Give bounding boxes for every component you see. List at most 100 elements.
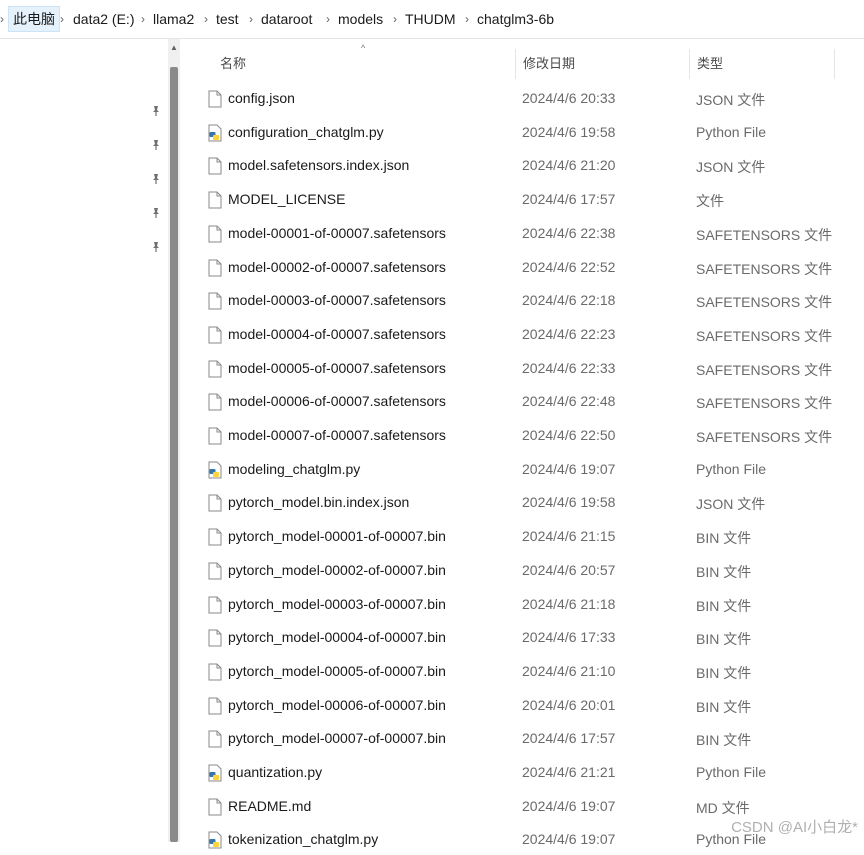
file-type: BIN 文件: [696, 699, 752, 715]
address-bar[interactable]: › 此电脑 › data2 (E:) › llama2 › test › dat…: [0, 0, 864, 39]
file-name[interactable]: MODEL_LICENSE: [228, 191, 345, 207]
file-name[interactable]: model-00005-of-00007.safetensors: [228, 360, 446, 376]
file-date-modified: 2024/4/6 19:07: [522, 798, 616, 814]
file-name[interactable]: model-00003-of-00007.safetensors: [228, 292, 446, 308]
file-name[interactable]: pytorch_model-00002-of-00007.bin: [228, 562, 446, 578]
file-name[interactable]: pytorch_model-00001-of-00007.bin: [228, 528, 446, 544]
file-name[interactable]: model-00001-of-00007.safetensors: [228, 225, 446, 241]
scroll-up-icon[interactable]: ▲: [169, 43, 179, 53]
column-divider[interactable]: [834, 49, 835, 79]
file-date-modified: 2024/4/6 20:01: [522, 697, 616, 713]
chevron-right-icon[interactable]: ›: [0, 7, 4, 31]
file-name[interactable]: quantization.py: [228, 764, 322, 780]
file-name[interactable]: config.json: [228, 90, 295, 106]
file-row[interactable]: model-00006-of-00007.safetensors 2024/4/6…: [200, 387, 840, 417]
file-row[interactable]: model-00002-of-00007.safetensors 2024/4/6…: [200, 253, 840, 283]
breadcrumb-thudm[interactable]: THUDM: [401, 7, 460, 31]
column-divider[interactable]: [689, 49, 690, 79]
file-name[interactable]: model-00006-of-00007.safetensors: [228, 393, 446, 409]
file-row[interactable]: model-00005-of-00007.safetensors 2024/4/6…: [200, 354, 840, 384]
file-name[interactable]: tokenization_chatglm.py: [228, 831, 378, 847]
breadcrumb-llama2[interactable]: llama2: [149, 7, 198, 31]
navigation-pane[interactable]: [0, 39, 168, 842]
file-name[interactable]: model-00004-of-00007.safetensors: [228, 326, 446, 342]
file-type: SAFETENSORS 文件: [696, 261, 833, 277]
chevron-right-icon[interactable]: ›: [204, 7, 208, 31]
file-name[interactable]: configuration_chatglm.py: [228, 124, 384, 140]
file-icon: [208, 259, 222, 277]
chevron-right-icon[interactable]: ›: [141, 7, 145, 31]
file-row[interactable]: pytorch_model-00005-of-00007.bin 2024/4/6…: [200, 657, 840, 687]
file-type: SAFETENSORS 文件: [696, 429, 833, 445]
breadcrumb-this-pc[interactable]: 此电脑: [8, 6, 60, 32]
scrollbar-thumb[interactable]: [170, 67, 178, 842]
file-row[interactable]: pytorch_model-00003-of-00007.bin 2024/4/6…: [200, 590, 840, 620]
file-row[interactable]: modeling_chatglm.py 2024/4/6 19:07 Python …: [200, 455, 840, 485]
file-row[interactable]: model-00007-of-00007.safetensors 2024/4/6…: [200, 421, 840, 451]
file-row[interactable]: model-00003-of-00007.safetensors 2024/4/6…: [200, 286, 840, 316]
breadcrumb-models[interactable]: models: [334, 7, 387, 31]
breadcrumb-data2-drive[interactable]: data2 (E:): [69, 7, 138, 31]
chevron-right-icon[interactable]: ›: [465, 7, 469, 31]
pin-icon[interactable]: [150, 105, 162, 117]
file-row[interactable]: MODEL_LICENSE 2024/4/6 17:57 文件: [200, 185, 840, 215]
file-name[interactable]: pytorch_model-00006-of-00007.bin: [228, 697, 446, 713]
file-type: SAFETENSORS 文件: [696, 294, 833, 310]
file-name[interactable]: model-00002-of-00007.safetensors: [228, 259, 446, 275]
file-name[interactable]: pytorch_model-00003-of-00007.bin: [228, 596, 446, 612]
file-name[interactable]: pytorch_model-00005-of-00007.bin: [228, 663, 446, 679]
file-row[interactable]: quantization.py 2024/4/6 21:21 Python File: [200, 758, 840, 788]
file-row[interactable]: configuration_chatglm.py 2024/4/6 19:58 Py…: [200, 118, 840, 148]
file-name[interactable]: README.md: [228, 798, 311, 814]
file-row[interactable]: config.json 2024/4/6 20:33 JSON 文件: [200, 84, 840, 114]
file-type: SAFETENSORS 文件: [696, 227, 833, 243]
file-row[interactable]: pytorch_model-00006-of-00007.bin 2024/4/6…: [200, 691, 840, 721]
file-row[interactable]: pytorch_model-00001-of-00007.bin 2024/4/6…: [200, 522, 840, 552]
file-row[interactable]: model.safetensors.index.json 2024/4/6 21:…: [200, 151, 840, 181]
file-date-modified: 2024/4/6 21:15: [522, 528, 616, 544]
file-date-modified: 2024/4/6 19:07: [522, 461, 616, 477]
file-icon: [208, 730, 222, 748]
pin-icon[interactable]: [150, 241, 162, 253]
file-type: BIN 文件: [696, 732, 752, 748]
chevron-right-icon[interactable]: ›: [60, 7, 64, 31]
chevron-right-icon[interactable]: ›: [393, 7, 397, 31]
column-header-name[interactable]: 名称: [220, 53, 246, 72]
file-type: Python File: [696, 124, 767, 140]
pin-icon[interactable]: [150, 207, 162, 219]
breadcrumb-chatglm3-6b[interactable]: chatglm3-6b: [473, 7, 558, 31]
file-name[interactable]: pytorch_model-00007-of-00007.bin: [228, 730, 446, 746]
vertical-scrollbar[interactable]: ▲: [168, 39, 180, 842]
file-row[interactable]: pytorch_model-00002-of-00007.bin 2024/4/6…: [200, 556, 840, 586]
column-header-type[interactable]: 类型: [697, 53, 723, 72]
file-date-modified: 2024/4/6 21:10: [522, 663, 616, 679]
file-type: SAFETENSORS 文件: [696, 362, 833, 378]
file-row[interactable]: pytorch_model-00004-of-00007.bin 2024/4/6…: [200, 623, 840, 653]
breadcrumb-test[interactable]: test: [212, 7, 243, 31]
column-divider[interactable]: [515, 49, 516, 79]
file-row[interactable]: model-00001-of-00007.safetensors 2024/4/6…: [200, 219, 840, 249]
chevron-right-icon[interactable]: ›: [249, 7, 253, 31]
chevron-right-icon[interactable]: ›: [326, 7, 330, 31]
file-type: JSON 文件: [696, 496, 766, 512]
file-date-modified: 2024/4/6 17:57: [522, 191, 616, 207]
file-list[interactable]: ^ 名称 修改日期 类型 config.json 2024/4/6 20:33 JS…: [182, 39, 864, 849]
file-icon: [208, 191, 222, 209]
file-name[interactable]: model.safetensors.index.json: [228, 157, 409, 173]
pin-icon[interactable]: [150, 139, 162, 151]
file-name[interactable]: pytorch_model.bin.index.json: [228, 494, 409, 510]
file-icon: [208, 427, 222, 445]
breadcrumb-dataroot[interactable]: dataroot: [257, 7, 316, 31]
file-icon: [208, 360, 222, 378]
file-type: BIN 文件: [696, 598, 752, 614]
file-row[interactable]: pytorch_model.bin.index.json 2024/4/6 19:…: [200, 488, 840, 518]
file-row[interactable]: pytorch_model-00007-of-00007.bin 2024/4/6…: [200, 724, 840, 754]
column-header-date[interactable]: 修改日期: [523, 53, 575, 72]
file-type: BIN 文件: [696, 564, 752, 580]
file-name[interactable]: modeling_chatglm.py: [228, 461, 360, 477]
file-icon: [208, 157, 222, 175]
file-row[interactable]: model-00004-of-00007.safetensors 2024/4/6…: [200, 320, 840, 350]
file-name[interactable]: pytorch_model-00004-of-00007.bin: [228, 629, 446, 645]
file-name[interactable]: model-00007-of-00007.safetensors: [228, 427, 446, 443]
pin-icon[interactable]: [150, 173, 162, 185]
